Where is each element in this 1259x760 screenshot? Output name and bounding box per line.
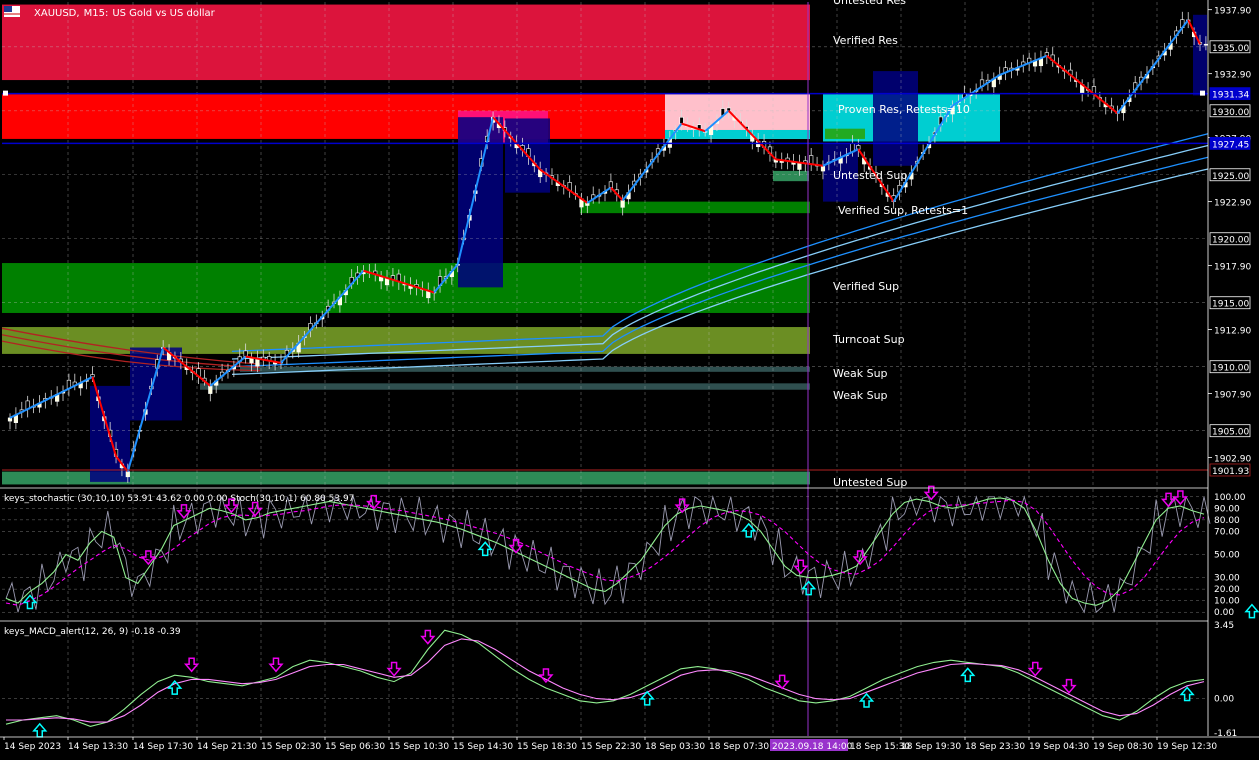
macd-tick-label: 0.00 [1214, 695, 1234, 705]
zone-label-weak-sup-2: Weak Sup [833, 389, 888, 402]
candle-bull [1203, 43, 1208, 46]
price-tick-label: 1922.90 [1214, 199, 1251, 209]
stochastic-tick-label: 90.00 [1214, 504, 1240, 514]
zone-label-untested-sup-bottom: Untested Sup [833, 476, 907, 489]
stochastic-tick-label: 70.00 [1214, 527, 1240, 537]
price-label: 1910.00 [1212, 364, 1249, 374]
price-label: 1920.00 [1212, 236, 1249, 246]
candle-bear [608, 181, 613, 188]
zone-label-verified-sup: Verified Sup [833, 280, 899, 293]
price-label: 1915.00 [1212, 300, 1249, 310]
stochastic-tick-label: 80.00 [1214, 516, 1240, 526]
price-label: 1930.00 [1212, 108, 1249, 118]
candle-bull [208, 385, 213, 394]
time-tick-label: 14 Sep 2023 [4, 742, 61, 752]
time-tick-label: 19 Sep 12:30 [1157, 742, 1217, 752]
zone-proven-res [2, 94, 665, 139]
price-label: 1935.00 [1212, 44, 1249, 54]
price-tick-label: 1902.90 [1214, 455, 1251, 465]
price-tick-label: 1907.90 [1214, 391, 1251, 401]
price-label: 1901.93 [1212, 467, 1249, 477]
candle-bear [726, 107, 731, 112]
level-handle[interactable] [3, 90, 8, 96]
candle-bull [125, 471, 130, 478]
macd-title: keys_MACD_alert(12, 26, 9) -0.18 -0.39 [4, 627, 181, 637]
time-tick-label: 14 Sep 21:30 [197, 742, 257, 752]
time-tick-label: 15 Sep 22:30 [581, 742, 641, 752]
price-label: 1931.34 [1212, 91, 1249, 101]
zone-small-green [773, 170, 809, 182]
zone-verified-sup-1 [580, 201, 810, 214]
header-symbol-text: XAUUSD, M15: US Gold vs US dollar [34, 8, 216, 19]
candle-bear [809, 155, 814, 165]
zone-label-verified-res: Verified Res [833, 34, 898, 47]
price-label: 1905.00 [1212, 428, 1249, 438]
zone-label-untested-sup: Untested Sup [833, 169, 907, 182]
candle-bull [620, 200, 625, 208]
zone-label-weak-sup-1: Weak Sup [833, 367, 888, 380]
cursor-time-label: 2023.09.18 14:00 [772, 742, 853, 752]
zone-small-green-2 [825, 128, 865, 139]
time-tick-label: 18 Sep 07:30 [709, 742, 769, 752]
chart-canvas[interactable]: Untested Res Verified Res Proven Res, Rete… [0, 0, 1259, 756]
price-label: 1925.00 [1212, 172, 1249, 182]
time-tick-label: 15 Sep 18:30 [517, 742, 577, 752]
macd-tick-label: -1.61 [1214, 729, 1237, 739]
macd-tick-label: 3.45 [1214, 621, 1234, 631]
stochastic-tick-label: 100.00 [1214, 493, 1246, 503]
zone-proven-res-band [665, 129, 810, 139]
session-box [130, 347, 182, 421]
trading-chart-window[interactable]: Untested Res Verified Res Proven Res, Rete… [0, 0, 1259, 756]
session-box [1193, 14, 1207, 96]
time-tick-label: 14 Sep 13:30 [68, 742, 128, 752]
time-tick-label: 15 Sep 02:30 [261, 742, 321, 752]
level-handle[interactable] [1200, 90, 1205, 96]
candle-bear [243, 350, 248, 357]
zone-label-untested-res: Untested Res [833, 0, 906, 7]
price-tick-label: 1917.90 [1214, 263, 1251, 273]
time-tick-label: 14 Sep 17:30 [133, 742, 193, 752]
time-tick-label: 18 Sep 23:30 [965, 742, 1025, 752]
price-tick-label: 1937.90 [1214, 7, 1251, 17]
time-tick-label: 18 Sep 19:30 [901, 742, 961, 752]
time-tick-label: 19 Sep 08:30 [1093, 742, 1153, 752]
time-tick-label: 15 Sep 06:30 [325, 742, 385, 752]
price-label: 1927.45 [1212, 140, 1249, 150]
stochastic-tick-label: 30.00 [1214, 574, 1240, 584]
stochastic-title: keys_stochastic (30,10,10) 53.91 43.62 0… [4, 494, 354, 504]
candle-bear [856, 145, 861, 150]
session-box [873, 71, 918, 166]
price-tick-label: 1932.90 [1214, 71, 1251, 81]
stochastic-tick-label: 50.00 [1214, 551, 1240, 561]
zone-weak-sup-2 [200, 383, 810, 390]
candle-bear [679, 116, 684, 124]
zone-label-proven-res: Proven Res, Retests=10 [838, 103, 970, 116]
zone-turncoat-sup [2, 327, 810, 354]
candle-bull [585, 202, 590, 206]
stochastic-tick-label: 0.00 [1214, 608, 1234, 618]
zone-label-verified-sup-retests: Verified Sup, Retests=1 [838, 204, 968, 217]
price-tick-label: 1912.90 [1214, 327, 1251, 337]
zone-label-turncoat-sup: Turncoat Sup [832, 333, 905, 346]
time-tick-label: 15 Sep 10:30 [389, 742, 449, 752]
flag-canton [4, 6, 12, 12]
time-tick-label: 15 Sep 14:30 [453, 742, 513, 752]
stochastic-tick-label: 20.00 [1214, 585, 1240, 595]
time-tick-label: 19 Sep 04:30 [1029, 742, 1089, 752]
stochastic-tick-label: 10.00 [1214, 597, 1240, 607]
time-tick-label: 18 Sep 03:30 [645, 742, 705, 752]
zone-verified-sup-2 [2, 263, 810, 313]
